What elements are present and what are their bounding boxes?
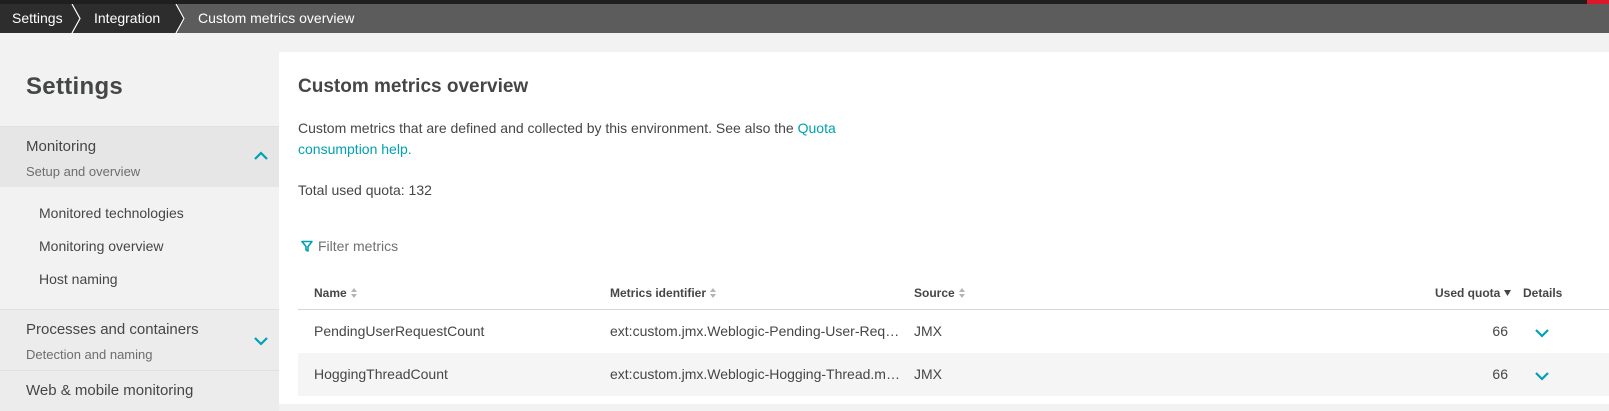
sidebar-section-subtitle: Detection and naming	[26, 347, 153, 362]
column-label: Metrics identifier	[610, 286, 707, 300]
filter-placeholder: Filter metrics	[318, 238, 399, 254]
metric-name: PendingUserRequestCount	[314, 323, 485, 339]
column-label: Source	[914, 286, 955, 300]
sidebar-section-web-mobile[interactable]: Web & mobile monitoring	[0, 370, 279, 411]
sidebar-item-monitoring-overview[interactable]: Monitoring overview	[39, 238, 164, 254]
breadcrumb-current: Custom metrics overview	[176, 4, 354, 33]
metric-name: HoggingThreadCount	[314, 366, 448, 382]
sidebar-section-title: Web & mobile monitoring	[26, 382, 194, 399]
page-title: Custom metrics overview	[298, 76, 529, 97]
sort-desc-icon	[1504, 290, 1512, 296]
page-description: Custom metrics that are defined and coll…	[298, 118, 858, 160]
quota-label: Total used quota:	[298, 182, 405, 198]
filter-metrics-input[interactable]: Filter metrics	[301, 238, 398, 254]
table-header: Name Metrics identifier Source Used quot…	[298, 279, 1609, 310]
breadcrumb-current-label: Custom metrics overview	[198, 10, 355, 26]
sidebar-section-subtitle: Setup and overview	[26, 164, 141, 179]
sidebar-section-title: Processes and containers	[26, 321, 199, 338]
column-header-source[interactable]: Source	[914, 286, 965, 300]
table-row[interactable]: HoggingThreadCount ext:custom.jmx.Weblog…	[298, 353, 1609, 396]
sidebar: Settings Monitoring Setup and overview M…	[0, 52, 279, 411]
metric-identifier: ext:custom.jmx.Weblogic-Pending-User-Req…	[610, 323, 902, 339]
table-row[interactable]: PendingUserRequestCount ext:custom.jmx.W…	[298, 310, 1609, 353]
metric-used-quota: 66	[1492, 366, 1508, 382]
column-header-name[interactable]: Name	[314, 286, 357, 300]
description-text: Custom metrics that are defined and coll…	[298, 120, 794, 136]
chevron-down-icon[interactable]	[253, 336, 269, 346]
main-panel: Custom metrics overview Custom metrics t…	[279, 52, 1609, 404]
sidebar-item-monitored-technologies[interactable]: Monitored technologies	[39, 205, 184, 221]
breadcrumb-integration[interactable]: Integration	[72, 4, 185, 33]
column-header-used-quota[interactable]: Used quota	[1435, 286, 1512, 300]
sort-icon	[710, 288, 717, 298]
sidebar-section-title: Monitoring	[26, 138, 97, 155]
content-spacer	[0, 33, 1609, 52]
breadcrumb-settings-label: Settings	[12, 10, 63, 26]
filter-icon	[301, 240, 313, 252]
sidebar-item-host-naming[interactable]: Host naming	[39, 271, 118, 287]
column-header-details: Details	[1523, 286, 1562, 300]
breadcrumb-separator-icon	[175, 4, 185, 33]
sidebar-section-monitoring[interactable]: Monitoring Setup and overview	[0, 126, 279, 187]
metric-source: JMX	[914, 323, 942, 339]
metric-used-quota: 66	[1492, 323, 1508, 339]
sidebar-title: Settings	[26, 73, 124, 100]
sidebar-section-processes[interactable]: Processes and containers Detection and n…	[0, 309, 279, 370]
expand-details-chevron-down-icon[interactable]	[1534, 368, 1554, 384]
column-label: Used quota	[1435, 286, 1501, 300]
sort-icon	[350, 288, 357, 298]
breadcrumb: Settings Integration Custom metrics over…	[0, 4, 1609, 33]
column-label: Name	[314, 286, 347, 300]
chevron-up-icon[interactable]	[253, 151, 269, 161]
metric-source: JMX	[914, 366, 942, 382]
breadcrumb-integration-label: Integration	[94, 10, 161, 26]
sort-icon	[958, 288, 965, 298]
metric-identifier: ext:custom.jmx.Weblogic-Hogging-Thread.m…	[610, 366, 902, 382]
breadcrumb-separator-icon	[71, 4, 81, 33]
total-quota: Total used quota: 132	[298, 182, 432, 198]
quota-value: 132	[408, 182, 432, 198]
breadcrumb-settings[interactable]: Settings	[0, 4, 81, 33]
expand-details-chevron-down-icon[interactable]	[1534, 325, 1554, 341]
column-header-identifier[interactable]: Metrics identifier	[610, 286, 717, 300]
column-label: Details	[1523, 286, 1563, 300]
